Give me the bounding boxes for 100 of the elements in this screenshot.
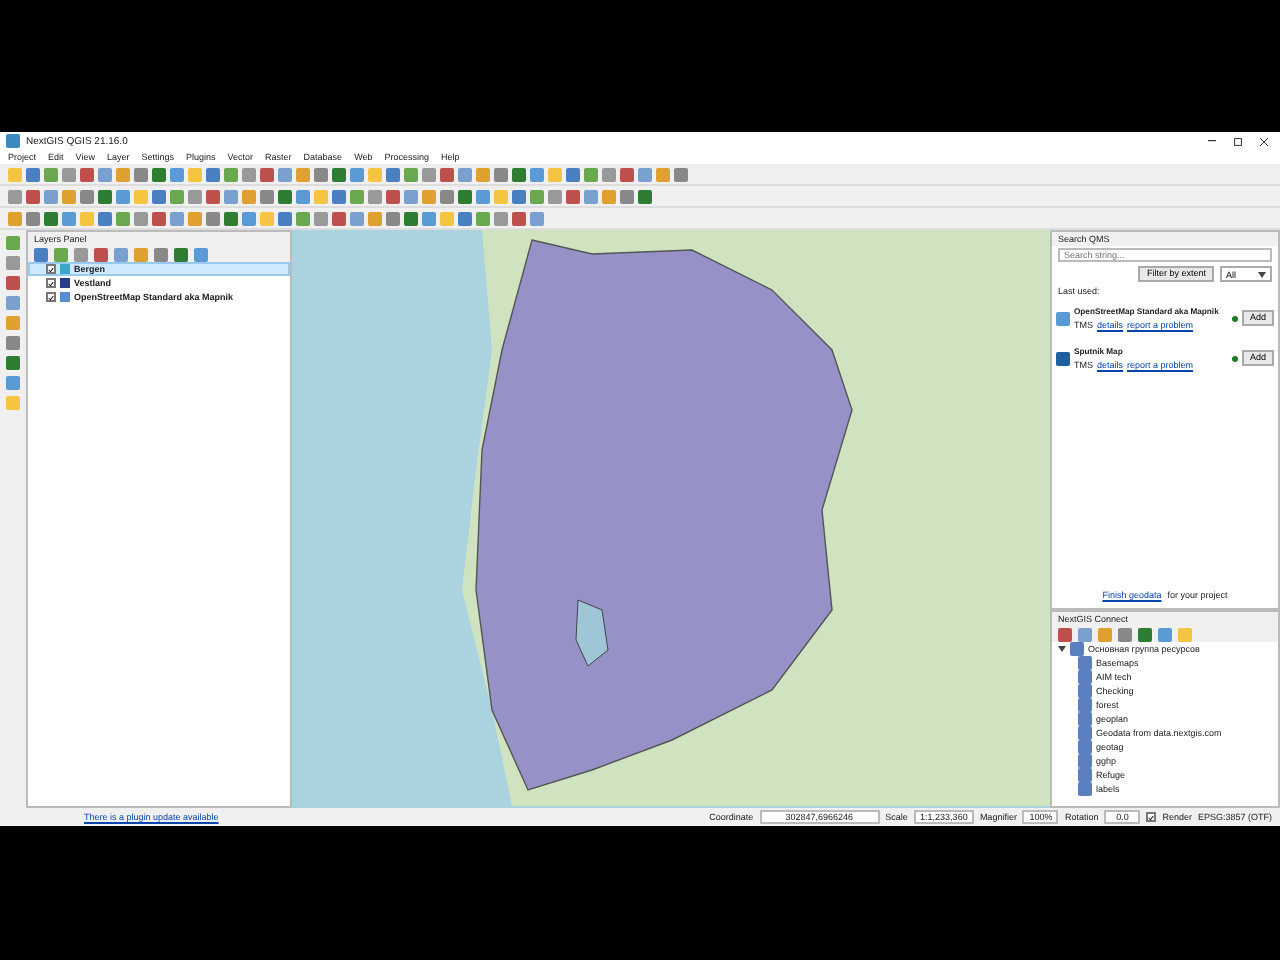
square-icon[interactable] [224, 167, 238, 181]
square-icon[interactable] [278, 211, 292, 225]
square-icon[interactable] [44, 167, 58, 181]
square-icon[interactable] [242, 211, 256, 225]
square-icon[interactable] [512, 211, 526, 225]
square-icon[interactable] [206, 189, 220, 203]
square-icon[interactable] [206, 167, 220, 181]
square-icon[interactable] [638, 189, 652, 203]
square-icon[interactable] [116, 189, 130, 203]
square-icon[interactable] [170, 189, 184, 203]
square-icon[interactable] [620, 167, 634, 181]
square-icon[interactable] [98, 211, 112, 225]
square-icon[interactable] [314, 211, 328, 225]
square-icon[interactable] [602, 189, 616, 203]
square-icon[interactable] [62, 189, 76, 203]
square-icon[interactable] [80, 189, 94, 203]
maximize-icon[interactable] [1234, 137, 1242, 145]
square-icon[interactable] [584, 167, 598, 181]
square-icon[interactable] [620, 189, 634, 203]
square-icon[interactable] [368, 189, 382, 203]
square-icon[interactable] [206, 211, 220, 225]
square-icon[interactable] [548, 189, 562, 203]
square-icon[interactable] [458, 167, 472, 181]
square-icon[interactable] [116, 167, 130, 181]
square-icon[interactable] [566, 189, 580, 203]
close-icon[interactable] [1260, 137, 1268, 145]
square-icon[interactable] [386, 167, 400, 181]
square-icon[interactable] [458, 189, 472, 203]
square-icon[interactable] [332, 167, 346, 181]
square-icon[interactable] [188, 211, 202, 225]
square-icon[interactable] [98, 189, 112, 203]
square-icon[interactable] [350, 167, 364, 181]
square-icon[interactable] [530, 189, 544, 203]
square-icon[interactable] [314, 167, 328, 181]
square-icon[interactable] [134, 211, 148, 225]
square-icon[interactable] [530, 167, 544, 181]
square-icon[interactable] [476, 211, 490, 225]
square-icon[interactable] [422, 211, 436, 225]
square-icon[interactable] [350, 211, 364, 225]
square-icon[interactable] [332, 189, 346, 203]
square-icon[interactable] [332, 211, 346, 225]
square-icon[interactable] [656, 167, 670, 181]
square-icon[interactable] [260, 167, 274, 181]
square-icon[interactable] [296, 189, 310, 203]
square-icon[interactable] [512, 189, 526, 203]
square-icon[interactable] [170, 211, 184, 225]
square-icon[interactable] [458, 211, 472, 225]
square-icon[interactable] [278, 189, 292, 203]
square-icon[interactable] [440, 167, 454, 181]
square-icon[interactable] [584, 189, 598, 203]
square-icon[interactable] [62, 167, 76, 181]
square-icon[interactable] [530, 211, 544, 225]
square-icon[interactable] [422, 167, 436, 181]
square-icon[interactable] [566, 167, 580, 181]
square-icon[interactable] [152, 167, 166, 181]
expand-arrow-icon[interactable] [1058, 646, 1066, 652]
square-icon[interactable] [602, 167, 616, 181]
square-icon[interactable] [62, 211, 76, 225]
square-icon[interactable] [188, 189, 202, 203]
square-icon[interactable] [494, 167, 508, 181]
checkbox[interactable] [46, 292, 56, 302]
square-icon[interactable] [44, 189, 58, 203]
square-icon[interactable] [494, 211, 508, 225]
square-icon[interactable] [386, 189, 400, 203]
square-icon[interactable] [116, 211, 130, 225]
square-icon[interactable] [638, 167, 652, 181]
square-icon[interactable] [26, 167, 40, 181]
square-icon[interactable] [242, 189, 256, 203]
square-icon[interactable] [260, 189, 274, 203]
square-icon[interactable] [44, 211, 58, 225]
square-icon[interactable] [404, 167, 418, 181]
square-icon[interactable] [224, 189, 238, 203]
square-icon[interactable] [8, 189, 22, 203]
square-icon[interactable] [674, 167, 688, 181]
square-icon[interactable] [476, 167, 490, 181]
square-icon[interactable] [350, 189, 364, 203]
square-icon[interactable] [296, 211, 310, 225]
minimize-icon[interactable] [1208, 140, 1216, 142]
checkbox[interactable] [1146, 812, 1157, 822]
square-icon[interactable] [512, 167, 526, 181]
square-icon[interactable] [440, 189, 454, 203]
checkbox[interactable] [46, 264, 56, 274]
square-icon[interactable] [152, 189, 166, 203]
square-icon[interactable] [80, 167, 94, 181]
square-icon[interactable] [26, 211, 40, 225]
square-icon[interactable] [368, 211, 382, 225]
square-icon[interactable] [278, 167, 292, 181]
square-icon[interactable] [422, 189, 436, 203]
square-icon[interactable] [170, 167, 184, 181]
square-icon[interactable] [404, 189, 418, 203]
square-icon[interactable] [404, 211, 418, 225]
square-icon[interactable] [134, 167, 148, 181]
square-icon[interactable] [242, 167, 256, 181]
square-icon[interactable] [296, 167, 310, 181]
square-icon[interactable] [476, 189, 490, 203]
square-icon[interactable] [224, 211, 238, 225]
square-icon[interactable] [8, 211, 22, 225]
square-icon[interactable] [98, 167, 112, 181]
checkbox[interactable] [46, 278, 56, 288]
square-icon[interactable] [152, 211, 166, 225]
